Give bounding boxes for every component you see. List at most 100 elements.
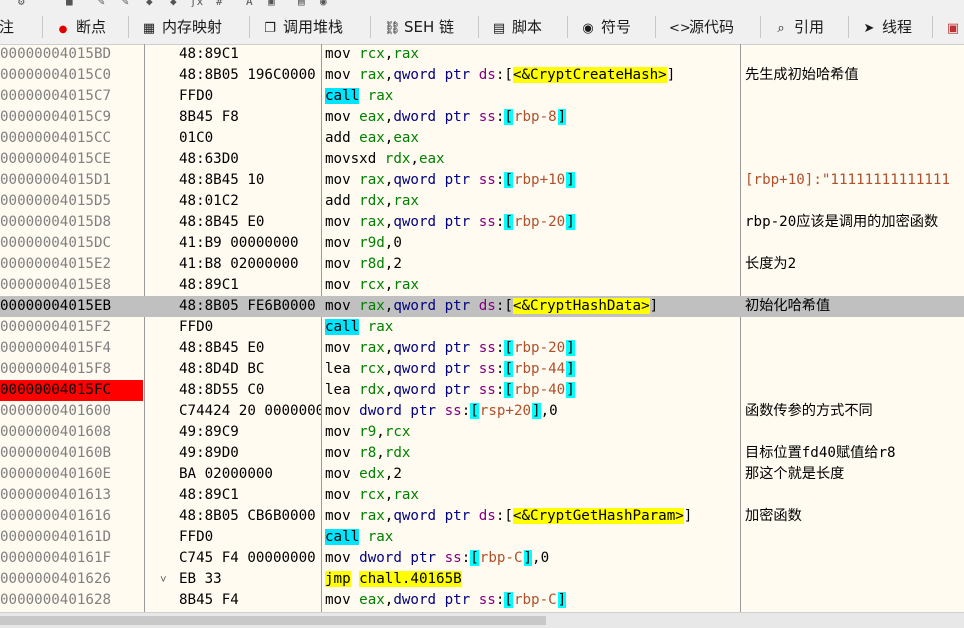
tab-symbols[interactable]: ◉ 符号	[575, 10, 631, 44]
instruction-cell[interactable]: movsxd rdx,eax	[325, 149, 737, 170]
disasm-row[interactable]: 0000000401616 48:8B05 CB6B0000 mov rax,qwo…	[0, 506, 964, 527]
disasm-row[interactable]: 00000004015F2 FFD0 call rax	[0, 317, 964, 338]
address-cell[interactable]: 000000040161F	[0, 548, 143, 569]
instruction-cell[interactable]: call rax	[325, 527, 737, 548]
address-cell[interactable]: 00000004015C0	[0, 65, 143, 86]
instruction-cell[interactable]: mov rcx,rax	[325, 485, 737, 506]
toolbar-icon[interactable]: ▤	[298, 0, 305, 8]
tab-memory-map[interactable]: ▦ 内存映射	[136, 10, 222, 44]
disasm-row[interactable]: 00000004015F8 48:8D4D BC lea rcx,qword ptr…	[0, 359, 964, 380]
instruction-cell[interactable]: add eax,eax	[325, 128, 737, 149]
toolbar-icon[interactable]: ◉	[320, 0, 327, 8]
disasm-row[interactable]: 00000004015F4 48:8B45 E0 mov rax,qword ptr…	[0, 338, 964, 359]
instruction-cell[interactable]: lea rdx,qword ptr ss:[rbp-40]	[325, 380, 737, 401]
address-cell[interactable]: 00000004015F8	[0, 359, 143, 380]
address-cell[interactable]: 00000004015F4	[0, 338, 143, 359]
address-cell[interactable]: 00000004015F2	[0, 317, 143, 338]
scrollbar-thumb[interactable]	[0, 616, 546, 625]
address-cell[interactable]: 000000040161D	[0, 527, 143, 548]
address-cell[interactable]: 00000004015CE	[0, 149, 143, 170]
address-cell[interactable]: 0000000401628	[0, 590, 143, 611]
address-cell[interactable]: 00000004015CC	[0, 128, 143, 149]
address-cell[interactable]: 000000040160E	[0, 464, 143, 485]
disasm-row[interactable]: 00000004015E2 41:B8 02000000 mov r8d,2 长度为2	[0, 254, 964, 275]
comment-cell[interactable]: 先生成初始哈希值	[745, 65, 964, 86]
address-cell[interactable]: 00000004015D8	[0, 212, 143, 233]
disasm-row[interactable]: 0000000401626 ˅ EB 33 jmp chall.40165B	[0, 569, 964, 590]
instruction-cell[interactable]: call rax	[325, 317, 737, 338]
tab-source-code[interactable]: <>源代码	[663, 10, 734, 44]
address-cell[interactable]: 00000004015D5	[0, 191, 143, 212]
address-cell[interactable]: 00000004015E8	[0, 275, 143, 296]
tab-seh-chain[interactable]: ⛓ SEH 链	[378, 10, 454, 44]
instruction-cell[interactable]: mov rcx,rax	[325, 44, 737, 65]
instruction-cell[interactable]: mov rcx,rax	[325, 275, 737, 296]
disasm-row[interactable]: 00000004015D5 48:01C2 add rdx,rax	[0, 191, 964, 212]
disasm-row[interactable]: 00000004015DC 41:B9 00000000 mov r9d,0	[0, 233, 964, 254]
instruction-cell[interactable]: mov rax,qword ptr ss:[rbp-20]	[325, 338, 737, 359]
instruction-cell[interactable]: mov edx,2	[325, 464, 737, 485]
disasm-row[interactable]: 00000004015FC 48:8D55 C0 lea rdx,qword ptr…	[0, 380, 964, 401]
disasm-row[interactable]: 000000040160B 49:89D0 mov r8,rdx 目标位置fd40赋值…	[0, 443, 964, 464]
toolbar-icon[interactable]: ✎	[98, 0, 105, 8]
toolbar-icon[interactable]: #	[216, 0, 223, 8]
disasm-row[interactable]: 00000004015BD 48:89C1 mov rcx,rax	[0, 44, 964, 65]
disasm-row[interactable]: 000000040160E BA 02000000 mov edx,2 那这个就是长度	[0, 464, 964, 485]
address-cell[interactable]: 000000040160B	[0, 443, 143, 464]
toolbar-icon[interactable]: A	[246, 0, 253, 8]
instruction-cell[interactable]: mov dword ptr ss:[rsp+20],0	[325, 401, 737, 422]
comment-cell[interactable]: 长度为2	[745, 254, 964, 275]
disasm-row[interactable]: 00000004015E8 48:89C1 mov rcx,rax	[0, 275, 964, 296]
comment-cell[interactable]: 那这个就是长度	[745, 464, 964, 485]
disasm-row[interactable]: 0000000401600 C74424 20 00000000 mov dword…	[0, 401, 964, 422]
comment-cell[interactable]: rbp-20应该是调用的加密函数	[745, 212, 964, 233]
disasm-row[interactable]: 00000004015CE 48:63D0 movsxd rdx,eax	[0, 149, 964, 170]
disasm-row[interactable]: 00000004015D8 48:8B45 E0 mov rax,qword ptr…	[0, 212, 964, 233]
tab-references[interactable]: ⌕ 引用	[768, 10, 824, 44]
tab-breakpoint[interactable]: ● 断点	[50, 10, 106, 44]
instruction-cell[interactable]: mov r8,rdx	[325, 443, 737, 464]
tab-threads[interactable]: ➤ 线程	[856, 10, 912, 44]
horizontal-scrollbar[interactable]	[0, 612, 964, 628]
disasm-row[interactable]: 00000004015CC 01C0 add eax,eax	[0, 128, 964, 149]
comment-cell[interactable]: [rbp+10]:"11111111111111	[745, 170, 964, 191]
tab-note[interactable]: 备注	[0, 10, 14, 44]
disasm-row[interactable]: 0000000401613 48:89C1 mov rcx,rax	[0, 485, 964, 506]
address-cell[interactable]: 00000004015C9	[0, 107, 143, 128]
instruction-cell[interactable]: mov eax,dword ptr ss:[rbp-8]	[325, 107, 737, 128]
toolbar-icon[interactable]: ◆	[146, 0, 153, 8]
address-cell[interactable]: 00000004015DC	[0, 233, 143, 254]
toolbar-icon[interactable]: ▣	[268, 0, 275, 8]
address-cell[interactable]: 0000000401626	[0, 569, 143, 590]
instruction-cell[interactable]: mov r9d,0	[325, 233, 737, 254]
comment-cell[interactable]: 函数传参的方式不同	[745, 401, 964, 422]
toolbar-icon[interactable]: ⚙	[18, 0, 25, 8]
disasm-row[interactable]: 00000004015D1 48:8B45 10 mov rax,qword ptr…	[0, 170, 964, 191]
toolbar-icon[interactable]: ■	[66, 0, 73, 8]
address-cell[interactable]: 0000000401600	[0, 401, 143, 422]
instruction-cell[interactable]: call rax	[325, 86, 737, 107]
address-cell[interactable]: 00000004015BD	[0, 44, 143, 65]
address-cell[interactable]: 0000000401613	[0, 485, 143, 506]
instruction-cell[interactable]: mov rax,qword ptr ss:[rbp-20]	[325, 212, 737, 233]
address-cell[interactable]: 0000000401616	[0, 506, 143, 527]
instruction-cell[interactable]: mov dword ptr ss:[rbp-C],0	[325, 548, 737, 569]
disasm-row[interactable]: 0000000401608 49:89C9 mov r9,rcx	[0, 422, 964, 443]
instruction-cell[interactable]: jmp chall.40165B	[325, 569, 737, 590]
disasm-row[interactable]: 00000004015EB 48:8B05 FE6B0000 mov rax,qwo…	[0, 296, 964, 317]
toolbar-icon[interactable]: ƒx	[190, 0, 203, 8]
tab-script[interactable]: ▤ 脚本	[486, 10, 542, 44]
instruction-cell[interactable]: mov r9,rcx	[325, 422, 737, 443]
comment-cell[interactable]: 加密函数	[745, 506, 964, 527]
address-cell[interactable]: 0000000401608	[0, 422, 143, 443]
address-cell[interactable]: 00000004015E2	[0, 254, 143, 275]
disasm-row[interactable]: 000000040161D FFD0 call rax	[0, 527, 964, 548]
address-cell[interactable]: 00000004015C7	[0, 86, 143, 107]
toolbar-icon[interactable]: ✎	[122, 0, 129, 8]
instruction-cell[interactable]: mov rax,qword ptr ds:[<&CryptHashData>]	[325, 296, 737, 317]
instruction-cell[interactable]: mov rax,qword ptr ds:[<&CryptGetHashPara…	[325, 506, 737, 527]
tab-call-stack[interactable]: ❐ 调用堆栈	[257, 10, 343, 44]
instruction-cell[interactable]: mov rax,qword ptr ss:[rbp+10]	[325, 170, 737, 191]
disasm-row[interactable]: 00000004015C7 FFD0 call rax	[0, 86, 964, 107]
address-cell[interactable]: 00000004015EB	[0, 296, 143, 317]
